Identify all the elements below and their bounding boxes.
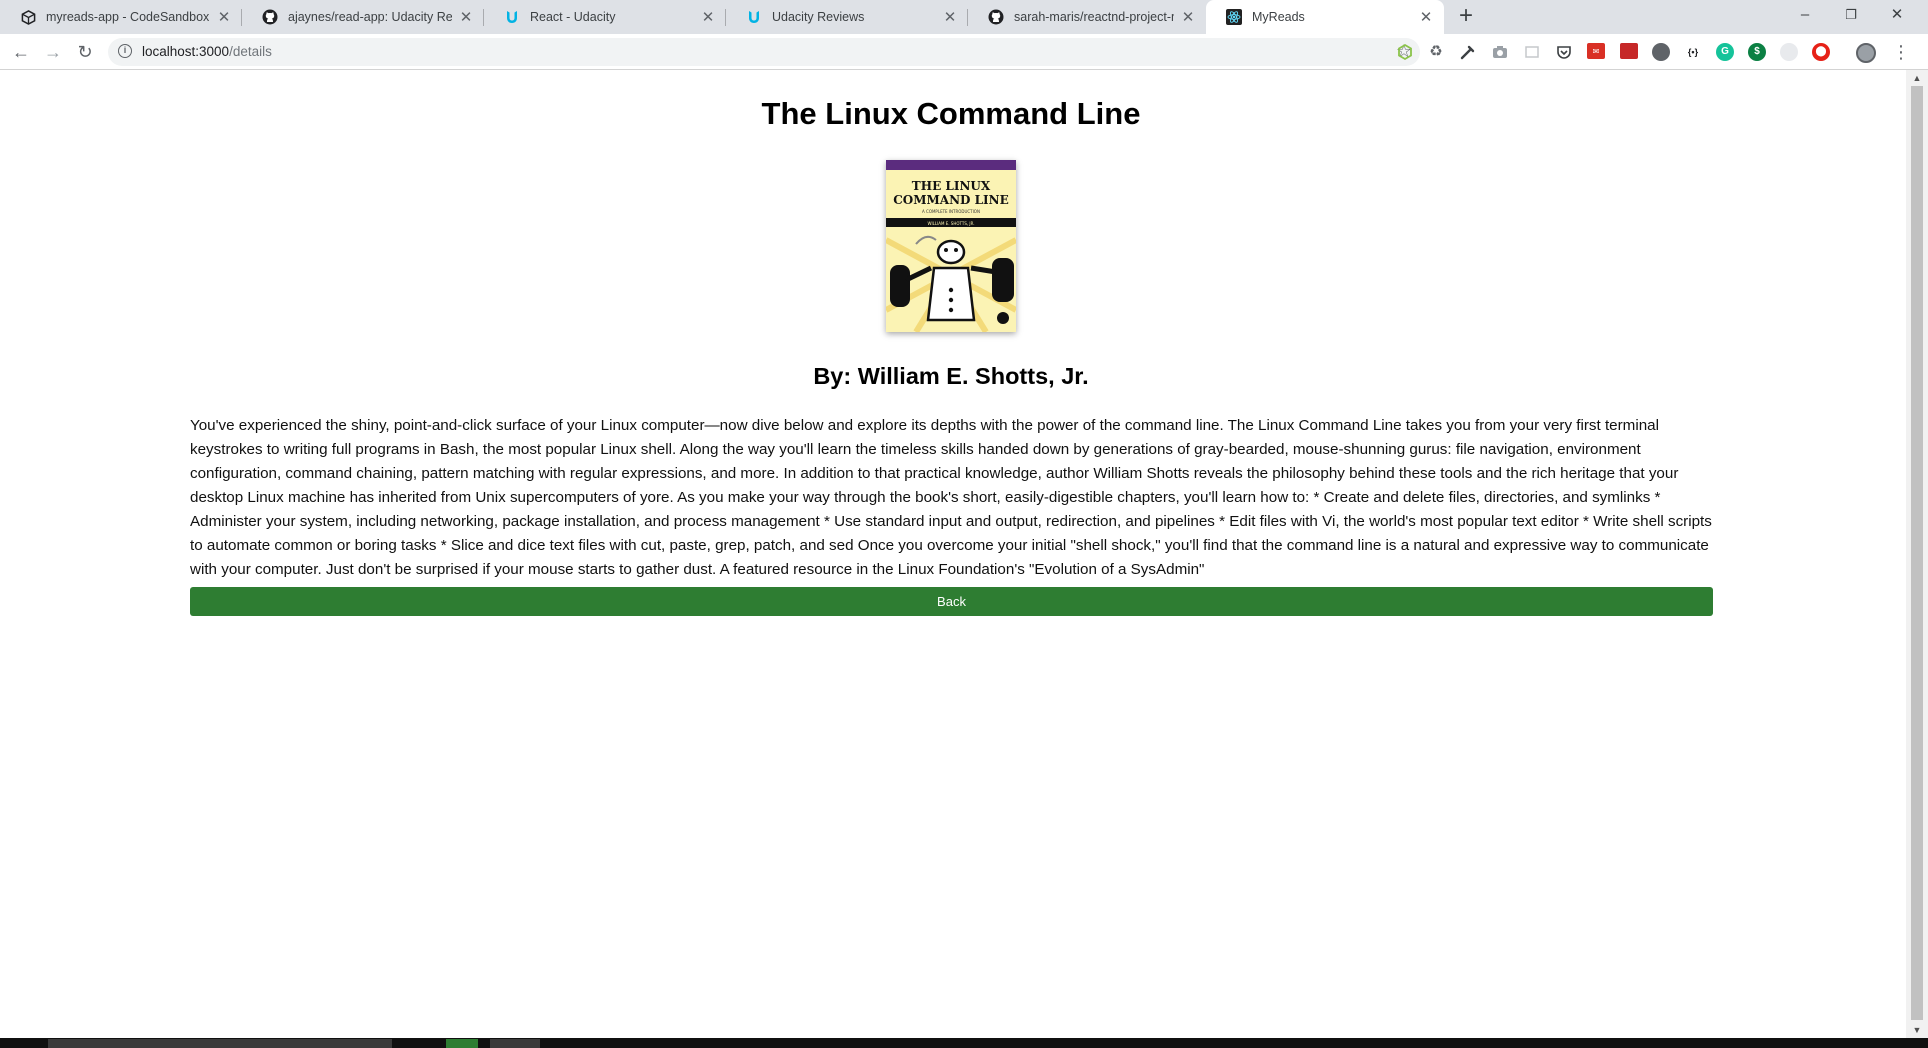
cover-subtitle: A COMPLETE INTRODUCTION [922,209,980,214]
scroll-down-arrow-icon[interactable]: ▼ [1906,1022,1928,1038]
gray-extension-icon[interactable] [1780,43,1798,61]
cover-title-line1: THE LINUX [912,179,991,193]
forward-arrow-icon[interactable]: → [41,40,65,64]
tab-myreads[interactable]: MyReads ✕ [1206,0,1444,34]
tab-title: sarah-maris/reactnd-project-my [1014,10,1174,24]
tab-title: myreads-app - CodeSandbox [46,10,210,24]
page-scrollbar[interactable]: ▲ ▼ [1906,70,1928,1038]
json-extension-icon[interactable]: {•} [1684,43,1702,61]
mail-extension-icon[interactable]: ✉ [1587,43,1605,59]
tab-udacity-reviews[interactable]: Udacity Reviews ✕ [726,0,968,34]
taskbar-item[interactable] [446,1039,478,1048]
taskbar-item[interactable] [490,1039,540,1048]
recycle-extension-icon[interactable]: ♻ [1427,43,1445,61]
os-taskbar [0,1038,1928,1048]
reload-icon[interactable]: ↻ [73,40,97,64]
taskbar-item[interactable] [48,1039,392,1048]
react-icon [1226,9,1242,25]
cover-title-line2: COMMAND LINE [893,193,1009,207]
adblock-extension-icon[interactable]: ⬤ [1812,43,1830,61]
close-icon[interactable]: ✕ [700,8,716,26]
address-bar[interactable]: i localhost:3000/details ☆ [108,38,1420,66]
new-tab-button[interactable]: + [1452,2,1480,30]
tab-strip: myreads-app - CodeSandbox ✕ ajaynes/read… [0,0,1928,34]
close-icon[interactable]: ✕ [216,8,232,26]
circle-extension-icon[interactable] [1652,43,1670,61]
tab-title: ajaynes/read-app: Udacity Read [288,10,452,24]
tab-title: MyReads [1252,10,1305,24]
restore-button[interactable]: ❐ [1828,0,1874,30]
dollar-extension-icon[interactable]: $ [1748,43,1766,61]
codesandbox-icon [20,9,36,25]
more-menu-icon[interactable]: ⋮ [1892,42,1910,62]
tab-github-read-app[interactable]: ajaynes/read-app: Udacity Read ✕ [242,0,484,34]
back-arrow-icon[interactable]: ← [9,40,33,64]
close-icon[interactable]: ✕ [1418,8,1434,26]
close-icon[interactable]: ✕ [458,8,474,26]
hexagon-extension-icon[interactable] [1396,43,1414,61]
tab-title: React - Udacity [530,10,616,24]
close-icon[interactable]: ✕ [942,8,958,26]
book-title: The Linux Command Line [761,96,1141,131]
url-host: localhost:3000 [142,44,230,59]
window-close-button[interactable]: ✕ [1874,0,1920,30]
github-icon [262,9,278,25]
back-button[interactable]: Back [190,587,1713,616]
book-cover-image: THE LINUX COMMAND LINE A COMPLETE INTROD… [886,160,1016,332]
github-icon [988,9,1004,25]
close-icon[interactable]: ✕ [1180,8,1196,26]
profile-avatar[interactable] [1856,43,1876,63]
grammarly-icon[interactable]: G [1716,43,1734,61]
cover-author: WILLIAM E. SHOTTS, JR. [928,221,975,226]
tab-github-reactnd[interactable]: sarah-maris/reactnd-project-my ✕ [968,0,1206,34]
browser-toolbar: ← → ↻ i localhost:3000/details ☆ ♻ ✉ {•}… [0,34,1928,70]
pocket-extension-icon[interactable] [1555,43,1573,61]
tab-title: Udacity Reviews [772,10,865,24]
scroll-up-arrow-icon[interactable]: ▲ [1906,70,1928,86]
address-url: localhost:3000/details [142,44,272,59]
screenshot-extension-icon[interactable] [1523,43,1541,61]
page-viewport: The Linux Command Line THE LINUX COMMAND… [0,70,1906,1038]
book-description: You've experienced the shiny, point-and-… [190,417,1712,578]
tab-react-udacity[interactable]: React - Udacity ✕ [484,0,726,34]
site-info-icon[interactable]: i [118,44,132,58]
url-path: /details [229,44,272,59]
minimize-button[interactable]: – [1782,0,1828,30]
tab-codesandbox[interactable]: myreads-app - CodeSandbox ✕ [0,0,242,34]
udacity-icon [504,9,520,25]
camera-extension-icon[interactable] [1491,43,1509,61]
red-extension-icon[interactable] [1620,43,1638,59]
scroll-thumb[interactable] [1911,86,1923,1020]
book-author: By: William E. Shotts, Jr. [813,363,1089,389]
eyedropper-extension-icon[interactable] [1459,43,1477,61]
udacity-icon [746,9,762,25]
